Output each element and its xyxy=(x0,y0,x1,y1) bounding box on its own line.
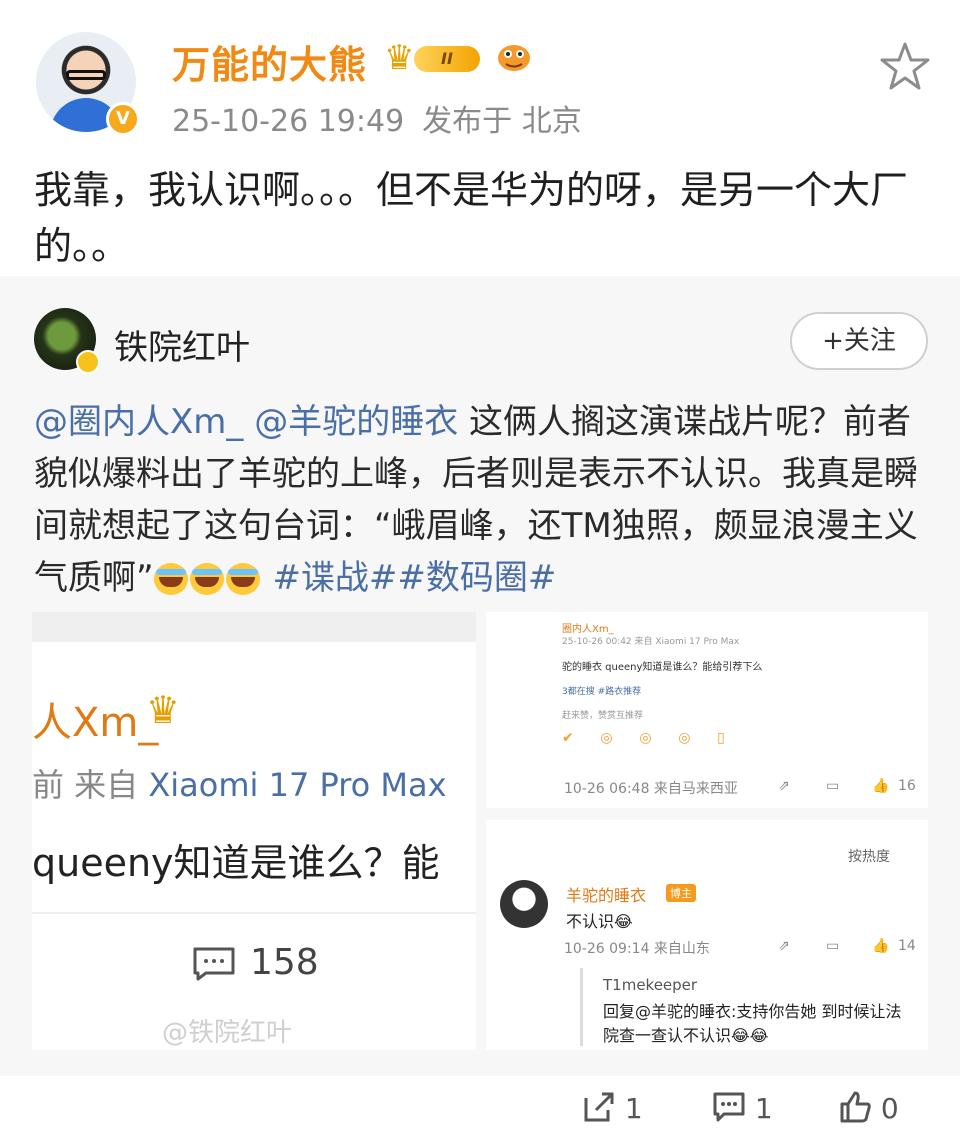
comment-button[interactable]: 1 xyxy=(712,1090,773,1130)
image-tags: 3都在搜 #路衣推荐 xyxy=(562,687,642,697)
image-comment-count: 158 xyxy=(250,942,319,983)
like-count: 0 xyxy=(880,1092,899,1125)
watermark: @铁院红叶 xyxy=(162,1018,293,1048)
like-button[interactable]: 0 xyxy=(838,1090,899,1130)
laugh-cry-emoji-icon xyxy=(225,563,260,595)
image-thumbnail-3[interactable]: 按热度 羊驼的睡衣 博主 不认识😂 10-26 09:14 来自山东 ⇗ ▭ 👍… xyxy=(486,820,928,1050)
reply-text: 回复@羊驼的睡衣:支持你告她 到时候让法院查一查认不认识😂😂 xyxy=(603,1002,902,1045)
topic-link[interactable]: #数码圈# xyxy=(397,558,556,598)
image-thumbnail-1[interactable]: 人Xm_ ♛ 前 来自 Xiaomi 17 Pro Max queeny知道是谁… xyxy=(32,612,476,1050)
blogger-tag: 博主 xyxy=(666,884,696,902)
comment-icon xyxy=(193,947,235,981)
post-time: 25-10-26 19:49 xyxy=(172,104,405,139)
image-likes: 14 xyxy=(898,938,916,954)
image-thumbnail-2[interactable]: 圈内人Xm_ 25-10-26 00:42 来自 Xiaomi 17 Pro M… xyxy=(486,612,928,808)
post-header: V 万能的大熊 ♛ II 25-10-26 19:49 发布于 北京 xyxy=(0,0,960,150)
image-top-strip xyxy=(32,612,476,642)
repost-author-name[interactable]: 铁院红叶 xyxy=(114,320,250,369)
repost-icon xyxy=(584,1092,614,1122)
mention-link[interactable]: @羊驼的睡衣 xyxy=(254,402,458,442)
comment-icon: ▭ xyxy=(826,778,840,794)
image-source: 前 来自 Xiaomi 17 Pro Max xyxy=(32,760,447,806)
laugh-cry-emoji-icon xyxy=(189,563,224,595)
reply-block: T1mekeeper 回复@羊驼的睡衣:支持你告她 到时候让法院查一查认不认识😂… xyxy=(580,968,916,1046)
follow-button[interactable]: +关注 xyxy=(790,312,928,370)
action-bar: 1 1 0 xyxy=(0,1076,960,1147)
image-nick: 圈内人Xm_ xyxy=(562,624,614,635)
post-meta: 25-10-26 19:49 发布于 北京 xyxy=(172,96,582,140)
post-text: 我靠，我认识啊。。。但不是华为的呀，是另一个大厂的。。 xyxy=(34,168,909,268)
laugh-cry-emoji-icon xyxy=(153,563,188,595)
comment-icon xyxy=(713,1092,745,1122)
repost-text: @圈内人Xm_ @羊驼的睡衣 这俩人搁这演谍战片呢？前者貌似爆料出了羊驼的上峰，… xyxy=(34,396,934,604)
crown-icon: ♛ xyxy=(146,688,181,732)
image-time-loc: 10-26 06:48 来自马来西亚 xyxy=(564,781,738,797)
author-name[interactable]: 万能的大熊 xyxy=(172,34,367,89)
image-meta: 25-10-26 00:42 来自 Xiaomi 17 Pro Max xyxy=(562,637,740,647)
comment-count: 1 xyxy=(754,1092,773,1125)
commenter-avatar xyxy=(500,880,548,928)
repost-card[interactable]: 铁院红叶 +关注 @圈内人Xm_ @羊驼的睡衣 这俩人搁这演谍战片呢？前者貌似爆… xyxy=(0,276,960,1076)
like-icon: 👍 xyxy=(872,778,890,794)
commenter-name: 羊驼的睡衣 xyxy=(566,886,647,905)
sort-by-hot: 按热度 xyxy=(848,849,890,865)
avatar-glasses xyxy=(66,70,106,80)
image-stat-row: 10-26 06:48 来自马来西亚 ⇗ ▭ 👍 16 xyxy=(486,778,928,802)
image-hint: 赶来赞，赞赏互推荐 xyxy=(562,711,644,721)
divider xyxy=(32,912,476,914)
source-device: Xiaomi 17 Pro Max xyxy=(148,766,447,804)
vip-level-label: II xyxy=(414,46,480,72)
favorite-star-icon[interactable] xyxy=(878,40,932,94)
vip-badge[interactable]: ♛ II xyxy=(384,40,484,76)
topic-link[interactable]: #谍战# xyxy=(272,558,397,598)
share-icon: ⇗ xyxy=(778,778,790,794)
image-stat-row: 10-26 09:14 来自山东 ⇗ ▭ 👍 14 xyxy=(486,938,928,962)
repost-button[interactable]: 1 xyxy=(582,1090,643,1130)
share-icon: ⇗ xyxy=(778,938,790,954)
repost-count: 1 xyxy=(624,1092,643,1125)
image-nick: 人Xm_ xyxy=(32,700,159,746)
mention-link[interactable]: @圈内人Xm_ xyxy=(34,402,243,442)
image-likes: 16 xyxy=(898,778,916,794)
comment-icon: ▭ xyxy=(826,938,840,954)
like-icon xyxy=(840,1091,871,1123)
source-prefix: 前 来自 xyxy=(32,766,139,804)
fish-badge-icon xyxy=(498,45,530,71)
post-location: 发布于 北京 xyxy=(422,104,582,139)
reply-name: T1mekeeper xyxy=(603,976,698,994)
image-question: queeny知道是谁么？能 xyxy=(32,841,440,885)
verified-badge-icon: V xyxy=(106,102,140,136)
comment-text: 不认识😂 xyxy=(566,912,633,931)
share-icons-row: ✔ ◎ ◎ ◎ ▯ xyxy=(562,730,725,746)
repost-verified-icon xyxy=(76,350,100,374)
image-time-loc: 10-26 09:14 来自山东 xyxy=(564,941,710,957)
like-icon: 👍 xyxy=(872,938,890,954)
image-text: 驼的睡衣 queeny知道是谁么？能给引荐下么 xyxy=(562,662,763,673)
